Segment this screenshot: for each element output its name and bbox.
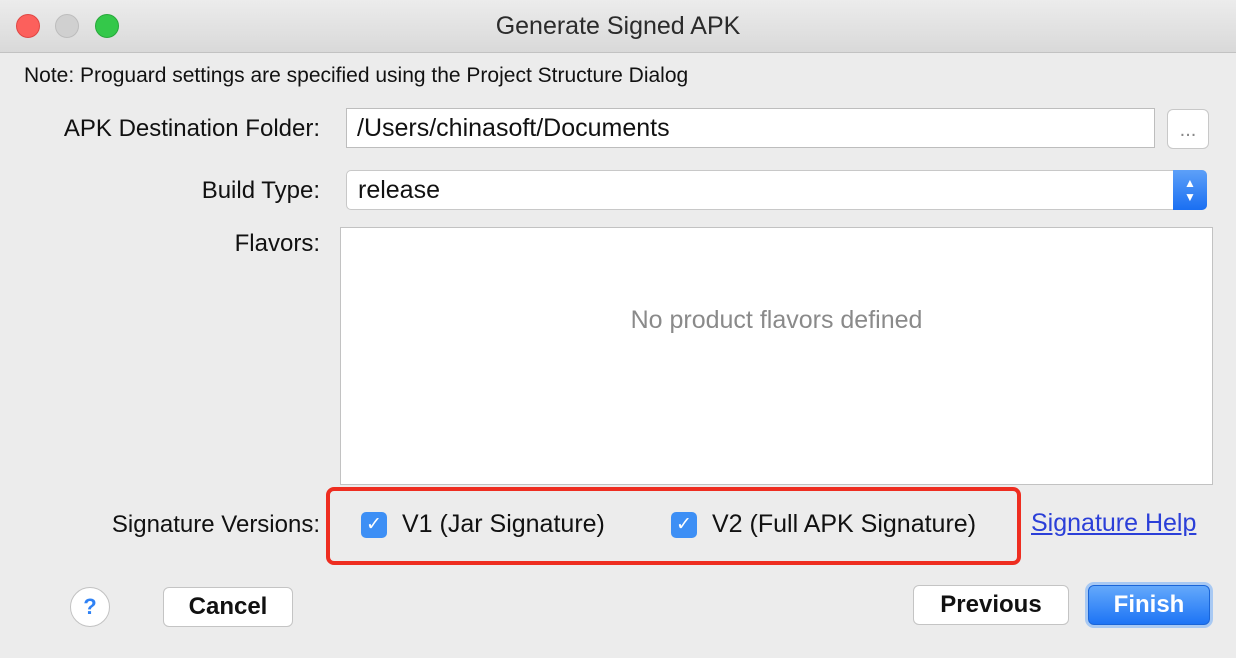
- destination-folder-label: APK Destination Folder:: [63, 115, 320, 142]
- select-arrows-icon: ▲ ▼: [1173, 170, 1207, 210]
- v1-signature-label[interactable]: V1 (Jar Signature): [402, 510, 605, 539]
- dialog-window: Generate Signed APK Note: Proguard setti…: [0, 0, 1236, 658]
- destination-folder-input[interactable]: /Users/chinasoft/Documents: [346, 108, 1155, 148]
- flavors-empty-text: No product flavors defined: [630, 306, 923, 334]
- cancel-button[interactable]: Cancel: [163, 587, 293, 627]
- build-type-label: Build Type:: [201, 177, 320, 204]
- help-button[interactable]: ?: [70, 587, 110, 627]
- proguard-note: Note: Proguard settings are specified us…: [24, 64, 689, 87]
- previous-button[interactable]: Previous: [913, 585, 1069, 625]
- build-type-value: release: [358, 176, 440, 204]
- v1-signature-checkbox[interactable]: ✓: [361, 512, 387, 538]
- v2-signature-checkbox[interactable]: ✓: [671, 512, 697, 538]
- window-title: Generate Signed APK: [495, 12, 741, 40]
- title-bar: Generate Signed APK: [0, 0, 1236, 53]
- flavors-label: Flavors:: [234, 230, 320, 257]
- browse-folder-button[interactable]: ...: [1167, 109, 1209, 149]
- finish-button[interactable]: Finish: [1088, 585, 1210, 625]
- checkmark-icon: ✓: [366, 514, 382, 535]
- flavors-list[interactable]: No product flavors defined: [340, 227, 1213, 485]
- signature-help-link[interactable]: Signature Help: [1031, 509, 1196, 538]
- signature-versions-label: Signature Versions:: [111, 511, 320, 538]
- checkmark-icon: ✓: [676, 514, 692, 535]
- v2-signature-label[interactable]: V2 (Full APK Signature): [712, 510, 976, 539]
- build-type-select[interactable]: release ▲ ▼: [346, 170, 1207, 210]
